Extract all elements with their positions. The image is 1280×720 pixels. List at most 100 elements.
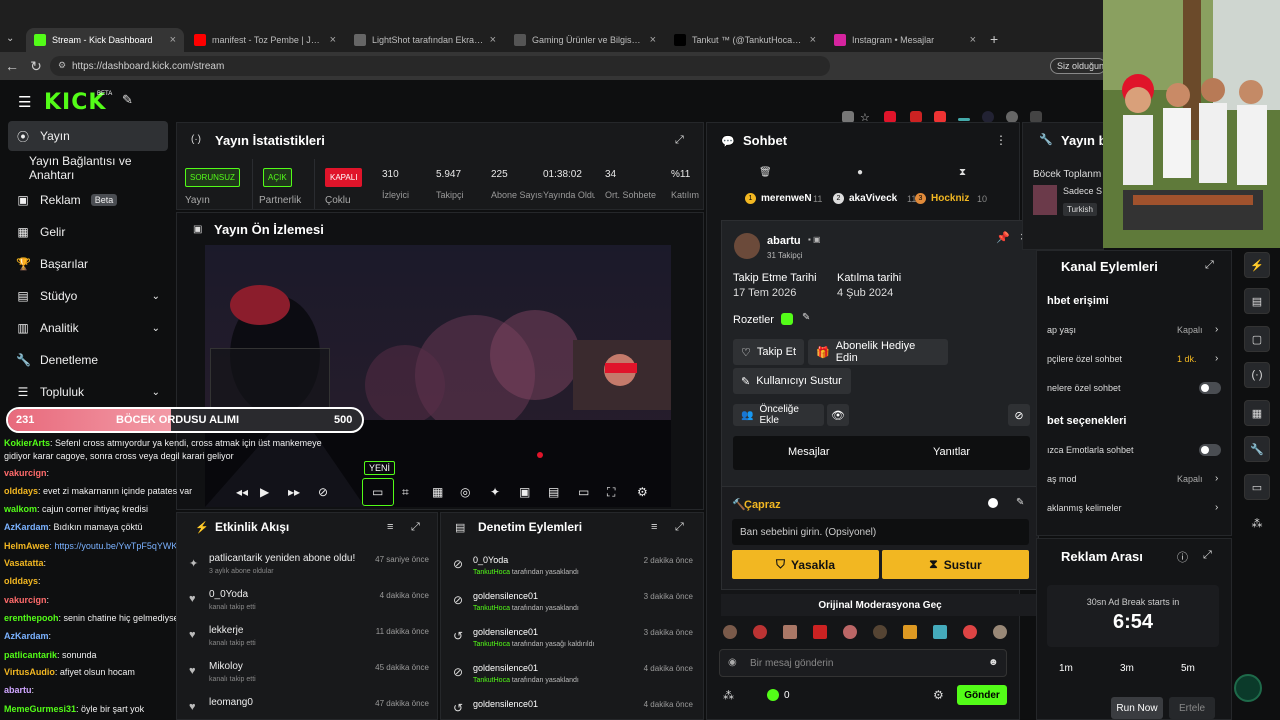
ad-duration-option[interactable]: 3m	[1120, 663, 1134, 674]
edit-icon[interactable]: ✎	[802, 312, 810, 323]
chat-username[interactable]: olddays	[4, 486, 38, 496]
moderator-name[interactable]: TankutHoca	[473, 641, 510, 648]
sidebar-item[interactable]: ▤ Stüdyo ⌄	[8, 281, 168, 311]
send-button[interactable]: Gönder	[957, 685, 1007, 705]
trash-icon[interactable]: 🗑	[759, 167, 772, 178]
moderator-name[interactable]: TankutHoca	[473, 677, 510, 684]
follow-button[interactable]: ♡ Takip Et	[733, 339, 804, 365]
play-icon[interactable]: ▶	[260, 485, 269, 499]
tab-replies[interactable]: Yanıtlar	[933, 446, 970, 458]
chat-bubble-icon[interactable]: ●	[857, 167, 863, 178]
browser-tab[interactable]: Instagram • Mesajlar ×	[826, 28, 984, 52]
top-chatter-name[interactable]: Hockniz	[931, 193, 969, 204]
sidebar-item[interactable]: ▥ Analitik ⌄	[8, 313, 168, 343]
mute-user-button[interactable]: ✎ Kullanıcıyı Sustur	[733, 368, 851, 394]
timeout-button[interactable]: ⧗ Sustur	[882, 550, 1029, 579]
activity-name[interactable]: 0_0Yoda	[209, 589, 359, 600]
setting-toggle[interactable]	[1199, 382, 1221, 394]
chat-message[interactable]: vakurcign:	[4, 467, 224, 479]
fullscreen-icon[interactable]: ⛶	[607, 485, 615, 500]
settings-dots-icon[interactable]: ⁂	[723, 689, 734, 702]
window-icon[interactable]: ▭	[1244, 474, 1270, 500]
chat-username[interactable]: AzKardam	[4, 522, 49, 532]
chat-message[interactable]: olddays: evet zi makarnanın içinde patat…	[4, 485, 224, 497]
avatar[interactable]	[723, 625, 737, 639]
chat-message[interactable]: gidiyor karar cagoye, sonra cross veya d…	[4, 450, 374, 462]
gear-icon[interactable]: ⚙	[637, 485, 648, 499]
info-icon[interactable]: ⓘ	[1177, 549, 1188, 565]
mod-target-name[interactable]: goldensilence01	[473, 699, 538, 709]
video-player[interactable]	[205, 245, 671, 507]
avatar[interactable]	[753, 625, 767, 639]
document-icon[interactable]: ▤	[1244, 288, 1270, 314]
postpone-button[interactable]: Ertele	[1169, 697, 1215, 719]
activity-name[interactable]: patlicantarik yeniden abone oldu!	[209, 553, 359, 564]
mod-target-name[interactable]: goldensilence01	[473, 591, 538, 601]
chevron-down-icon[interactable]: ⌄	[152, 291, 160, 302]
avatar[interactable]	[933, 625, 947, 639]
skip-back-icon[interactable]: ◂◂	[236, 485, 248, 499]
pin-icon[interactable]: ✎	[122, 92, 133, 108]
avatar[interactable]	[783, 625, 797, 639]
close-tab-icon[interactable]: ×	[170, 34, 176, 46]
chat-username[interactable]: AzKardam	[4, 631, 49, 641]
chat-username[interactable]: erenthepooh	[4, 613, 59, 623]
setting-toggle[interactable]	[1199, 444, 1221, 456]
browser-tab[interactable]: LightShot tarafından Ekran Görünt ×	[346, 28, 504, 52]
tag-chip[interactable]: Turkish	[1063, 203, 1097, 216]
popout-icon[interactable]: ⤢	[675, 134, 684, 147]
camera-icon[interactable]: ▭	[372, 485, 383, 499]
profile-button[interactable]: Siz olduğunuz	[1050, 58, 1106, 74]
close-tab-icon[interactable]: ×	[810, 34, 816, 46]
browser-tab[interactable]: Stream - Kick Dashboard ×	[26, 28, 184, 52]
chat-username[interactable]: VirtusAudio	[4, 667, 55, 677]
ban-circle-icon[interactable]: ⊘	[1008, 404, 1030, 426]
ad-duration-option[interactable]: 5m	[1181, 663, 1195, 674]
mod-target-name[interactable]: 0_0Yoda	[473, 555, 508, 565]
menu-icon[interactable]: ☰	[18, 93, 31, 111]
avatar[interactable]	[963, 625, 977, 639]
popout-icon[interactable]: ⤢	[675, 521, 684, 534]
stats-icon[interactable]: ◎	[460, 485, 470, 499]
new-tab-icon[interactable]: +	[990, 31, 998, 47]
moderator-name[interactable]: TankutHoca	[473, 605, 510, 612]
wrench-icon[interactable]: 🔧	[1244, 436, 1270, 462]
browser-tab[interactable]: Tankut ™ (@TankutHoca) / X ×	[666, 28, 824, 52]
close-tab-icon[interactable]: ×	[330, 34, 336, 46]
dots-icon[interactable]: ⁂	[1244, 510, 1270, 536]
browser-tab[interactable]: Gaming Ürünler ve Bilgisayar Bile ×	[506, 28, 664, 52]
avatar[interactable]	[903, 625, 917, 639]
filter-icon[interactable]: ≡	[387, 521, 393, 533]
ad-duration-option[interactable]: 1m	[1059, 663, 1073, 674]
url-input[interactable]: https://dashboard.kick.com/stream	[50, 56, 830, 76]
back-icon[interactable]: ←	[0, 58, 24, 74]
chevron-down-icon[interactable]: ⌄	[152, 387, 160, 398]
site-info-icon[interactable]: ⚙	[58, 60, 66, 71]
chat-input[interactable]: ◉ Bir mesaj gönderin ☻	[719, 649, 1007, 677]
emoji-picker-icon[interactable]: ◉	[728, 657, 737, 668]
chat-username[interactable]: olddays	[4, 576, 38, 586]
pin-icon[interactable]: 📌	[996, 231, 1010, 244]
chat-username[interactable]: patlicantarik	[4, 650, 57, 660]
overlay-icon[interactable]: ▭	[578, 485, 589, 499]
run-now-button[interactable]: Run Now	[1111, 697, 1163, 719]
chat-username[interactable]: HelmAwee	[4, 541, 49, 551]
extension-icon[interactable]	[958, 118, 970, 121]
help-icon[interactable]	[1234, 674, 1262, 702]
top-chatter-name[interactable]: akaViveck	[849, 193, 897, 204]
sidebar-item[interactable]: ▣ Reklam Beta	[8, 185, 168, 215]
browser-tab[interactable]: manifest - Toz Pembe | Jahrein&Bu ×	[186, 28, 344, 52]
activity-name[interactable]: leomang0	[209, 697, 359, 708]
chat-username[interactable]: walkom	[4, 504, 37, 514]
tab-list-icon[interactable]: ⌄	[6, 33, 14, 44]
chat-username[interactable]: MemeGurmesi31	[4, 704, 76, 714]
chat-username[interactable]: KokierArts	[4, 438, 50, 448]
chevron-right-icon[interactable]: ›	[1215, 502, 1218, 513]
broadcast-icon[interactable]: (·)	[1244, 362, 1270, 388]
edit-icon[interactable]: ✎	[1016, 497, 1024, 508]
chat-username[interactable]: vakurcign	[4, 595, 47, 605]
top-chatter-name[interactable]: merenweN	[761, 193, 812, 204]
mod-target-name[interactable]: goldensilence01	[473, 663, 538, 673]
chevron-right-icon[interactable]: ›	[1215, 324, 1218, 335]
chat-username[interactable]: Vasatatta	[4, 558, 44, 568]
